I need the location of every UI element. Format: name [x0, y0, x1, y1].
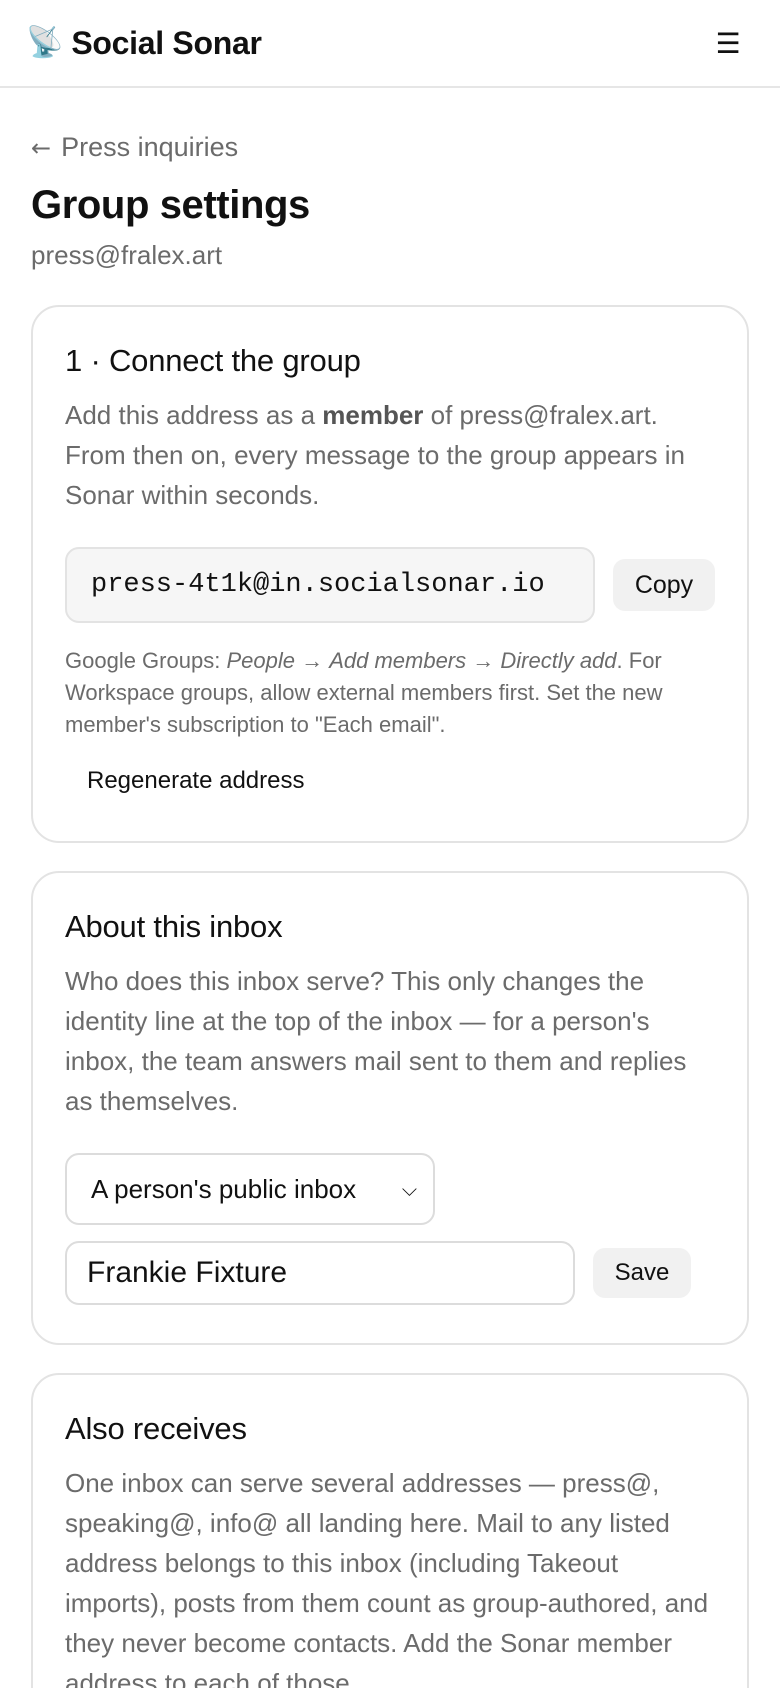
member-address-field[interactable]: press-4t1k@in.socialsonar.io	[65, 547, 595, 623]
connect-group-card: 1 · Connect the group Add this address a…	[31, 305, 749, 843]
back-link[interactable]: ← Press inquiries	[31, 132, 749, 163]
name-row: Frankie Fixture Save	[65, 1241, 715, 1305]
connect-card-title: 1 · Connect the group	[65, 343, 361, 378]
connect-instructions: Add this address as a member of press@fr…	[65, 400, 686, 510]
save-button[interactable]: Save	[593, 1248, 691, 1298]
about-description: Who does this inbox serve? This only cha…	[65, 966, 687, 1116]
also-receives-title: Also receives	[65, 1411, 247, 1446]
group-address: press@fralex.art	[31, 240, 223, 270]
main-content: ← Press inquiries Group settings press@f…	[0, 132, 780, 1688]
satellite-antenna-icon: 📡	[26, 25, 64, 60]
brand-name: Social Sonar	[71, 24, 262, 61]
address-row: press-4t1k@in.socialsonar.io Copy	[65, 547, 715, 623]
inbox-type-value: A person's public inbox	[91, 1173, 357, 1204]
about-card-title: About this inbox	[65, 909, 283, 944]
page-title: Group settings	[31, 183, 310, 227]
also-receives-description: One inbox can serve several addresses — …	[65, 1468, 709, 1688]
arrow-left-icon: ←	[31, 133, 52, 162]
hamburger-menu-icon[interactable]: ☰	[704, 19, 752, 67]
brand[interactable]: 📡 Social Sonar	[26, 25, 262, 62]
top-bar: 📡 Social Sonar ☰	[0, 0, 780, 88]
regenerate-address-button[interactable]: Regenerate address	[87, 759, 304, 803]
inbox-type-select[interactable]: A person's public inbox ⌵	[65, 1153, 435, 1225]
back-link-label: Press inquiries	[61, 132, 239, 162]
chevron-down-icon: ⌵	[401, 1177, 417, 1201]
person-name-input[interactable]: Frankie Fixture	[65, 1241, 575, 1305]
google-groups-hint: Google Groups: People → Add members → Di…	[65, 648, 663, 737]
about-inbox-card: About this inbox Who does this inbox ser…	[31, 871, 749, 1345]
copy-button[interactable]: Copy	[613, 559, 715, 611]
member-emphasis: member	[322, 400, 424, 430]
also-receives-card: Also receives One inbox can serve severa…	[31, 1373, 749, 1688]
